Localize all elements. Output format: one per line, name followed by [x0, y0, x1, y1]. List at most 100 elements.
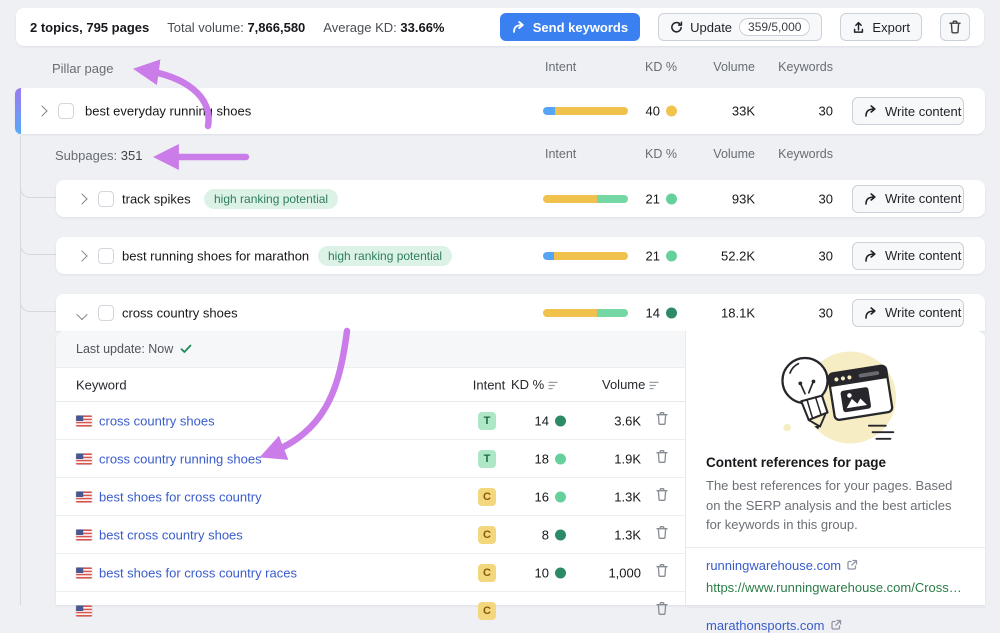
- subpages-section-label: Subpages: 351: [55, 148, 143, 163]
- volume-value: 33K: [690, 104, 755, 119]
- row-checkbox[interactable]: [98, 305, 114, 321]
- keyword-link[interactable]: best shoes for cross country races: [99, 565, 297, 580]
- volume-value: 1.9K: [571, 451, 641, 466]
- write-content-button[interactable]: Write content: [852, 299, 964, 327]
- column-volume: Volume: [690, 60, 755, 74]
- pillar-section-label: Pillar page: [52, 61, 113, 76]
- remove-keyword-button[interactable]: [656, 525, 668, 544]
- keywords-value: 30: [768, 305, 833, 320]
- column-keywords: Keywords: [768, 147, 833, 161]
- row-checkbox[interactable]: [58, 103, 74, 119]
- header-keyword: Keyword: [76, 377, 127, 392]
- check-icon: [180, 344, 192, 354]
- total-volume-stat: Total volume: 7,866,580: [167, 20, 305, 35]
- pillar-row[interactable]: best everyday running shoes 40 33K 30 Wr…: [15, 88, 985, 134]
- summary-toolbar: 2 topics, 795 pages Total volume: 7,866,…: [16, 8, 984, 46]
- export-button[interactable]: Export: [840, 13, 922, 41]
- keyword-row: cross country running shoes T 18 1.9K: [56, 440, 685, 478]
- keyword-link[interactable]: cross country shoes: [99, 413, 215, 428]
- header-volume-sort[interactable]: Volume: [602, 377, 660, 393]
- chevron-down-icon[interactable]: [76, 308, 87, 319]
- update-button[interactable]: Update 359/5,000: [658, 13, 822, 41]
- kd-value: 21: [600, 248, 677, 263]
- update-quota-badge: 359/5,000: [739, 18, 810, 36]
- kd-value: 21: [600, 191, 677, 206]
- refresh-icon: [670, 21, 683, 34]
- chevron-right-icon[interactable]: [76, 250, 87, 261]
- remove-keyword-button[interactable]: [656, 487, 668, 506]
- intent-badge: T: [478, 412, 496, 430]
- us-flag-icon: [76, 415, 92, 426]
- reference-domain-link[interactable]: runningwarehouse.com: [706, 558, 858, 573]
- redirect-arrow-icon: [864, 307, 878, 319]
- kd-value: 10: [496, 565, 566, 580]
- redirect-arrow-icon: [864, 250, 878, 262]
- write-content-button[interactable]: Write content: [852, 185, 964, 213]
- chevron-right-icon[interactable]: [36, 105, 47, 116]
- intent-badge: C: [478, 526, 496, 544]
- sort-icon: [649, 381, 660, 390]
- expanded-detail-panel: Last update: Now Keyword Intent KD % Vol…: [56, 331, 985, 605]
- tree-branch: [20, 286, 57, 312]
- header-kd-sort[interactable]: KD %: [511, 377, 559, 393]
- trash-icon: [656, 449, 668, 463]
- remove-keyword-button[interactable]: [656, 563, 668, 582]
- volume-value: 18.1K: [690, 305, 755, 320]
- keywords-value: 30: [768, 191, 833, 206]
- volume-value: 3.6K: [571, 413, 641, 428]
- pillar-title[interactable]: best everyday running shoes: [85, 104, 251, 119]
- remove-keyword-button[interactable]: [656, 449, 668, 468]
- keyword-row: best cross country shoes C 8 1.3K: [56, 516, 685, 554]
- keyword-link[interactable]: cross country running shoes: [99, 451, 262, 466]
- keyword-link[interactable]: best cross country shoes: [99, 527, 243, 542]
- write-content-button[interactable]: Write content: [852, 97, 964, 125]
- row-checkbox[interactable]: [98, 248, 114, 264]
- subpage-title[interactable]: best running shoes for marathon: [122, 248, 309, 263]
- kd-dot-icon: [555, 529, 566, 540]
- topics-pages-summary: 2 topics, 795 pages: [30, 20, 149, 35]
- kd-dot-icon: [555, 415, 566, 426]
- volume-value: 93K: [690, 191, 755, 206]
- delete-topics-button[interactable]: [940, 13, 970, 41]
- column-keywords: Keywords: [768, 60, 833, 74]
- external-link-icon: [846, 559, 858, 571]
- header-intent: Intent: [468, 377, 510, 392]
- column-intent: Intent: [545, 60, 576, 74]
- subpage-row[interactable]: track spikes high ranking potential 21 9…: [56, 180, 985, 217]
- keywords-value: 30: [768, 104, 833, 119]
- content-references-illustration: [756, 343, 916, 451]
- kd-value: 14: [496, 413, 566, 428]
- trash-icon: [949, 20, 961, 34]
- kd-value: 8: [496, 527, 566, 542]
- kd-dot-icon: [666, 106, 677, 117]
- tree-branch: [20, 229, 57, 255]
- kd-dot-icon: [666, 193, 677, 204]
- remove-keyword-button[interactable]: [656, 411, 668, 430]
- chevron-right-icon[interactable]: [76, 193, 87, 204]
- kd-dot-icon: [666, 250, 677, 261]
- kd-dot-icon: [666, 307, 677, 318]
- send-keywords-button[interactable]: Send keywords: [500, 13, 640, 41]
- references-title: Content references for page: [706, 455, 965, 470]
- keywords-value: 30: [768, 248, 833, 263]
- kd-dot-icon: [555, 491, 566, 502]
- write-content-button[interactable]: Write content: [852, 242, 964, 270]
- keyword-table-header: Keyword Intent KD % Volume: [56, 368, 685, 402]
- subpage-title[interactable]: track spikes: [122, 191, 191, 206]
- subpage-title[interactable]: cross country shoes: [122, 305, 238, 320]
- us-flag-icon: [76, 491, 92, 502]
- reference-item: runningwarehouse.com https://www.running…: [686, 547, 985, 595]
- reference-url-link[interactable]: https://www.runningwarehouse.com/Cross_.…: [706, 580, 965, 595]
- volume-value: 1,000: [571, 565, 641, 580]
- references-description: The best references for your pages. Base…: [706, 476, 965, 535]
- send-arrow-icon: [512, 21, 526, 33]
- subpage-row-expanded[interactable]: cross country shoes 14 18.1K 30 Write co…: [56, 294, 985, 331]
- remove-keyword-button[interactable]: [656, 602, 668, 621]
- reference-domain-link[interactable]: marathonsports.com: [706, 618, 842, 633]
- trash-icon: [656, 525, 668, 539]
- subpage-row[interactable]: best running shoes for marathon high ran…: [56, 237, 985, 274]
- row-checkbox[interactable]: [98, 191, 114, 207]
- content-references-panel: Content references for page The best ref…: [685, 331, 985, 605]
- keyword-link[interactable]: best shoes for cross country: [99, 489, 262, 504]
- keyword-table: Last update: Now Keyword Intent KD % Vol…: [56, 331, 685, 605]
